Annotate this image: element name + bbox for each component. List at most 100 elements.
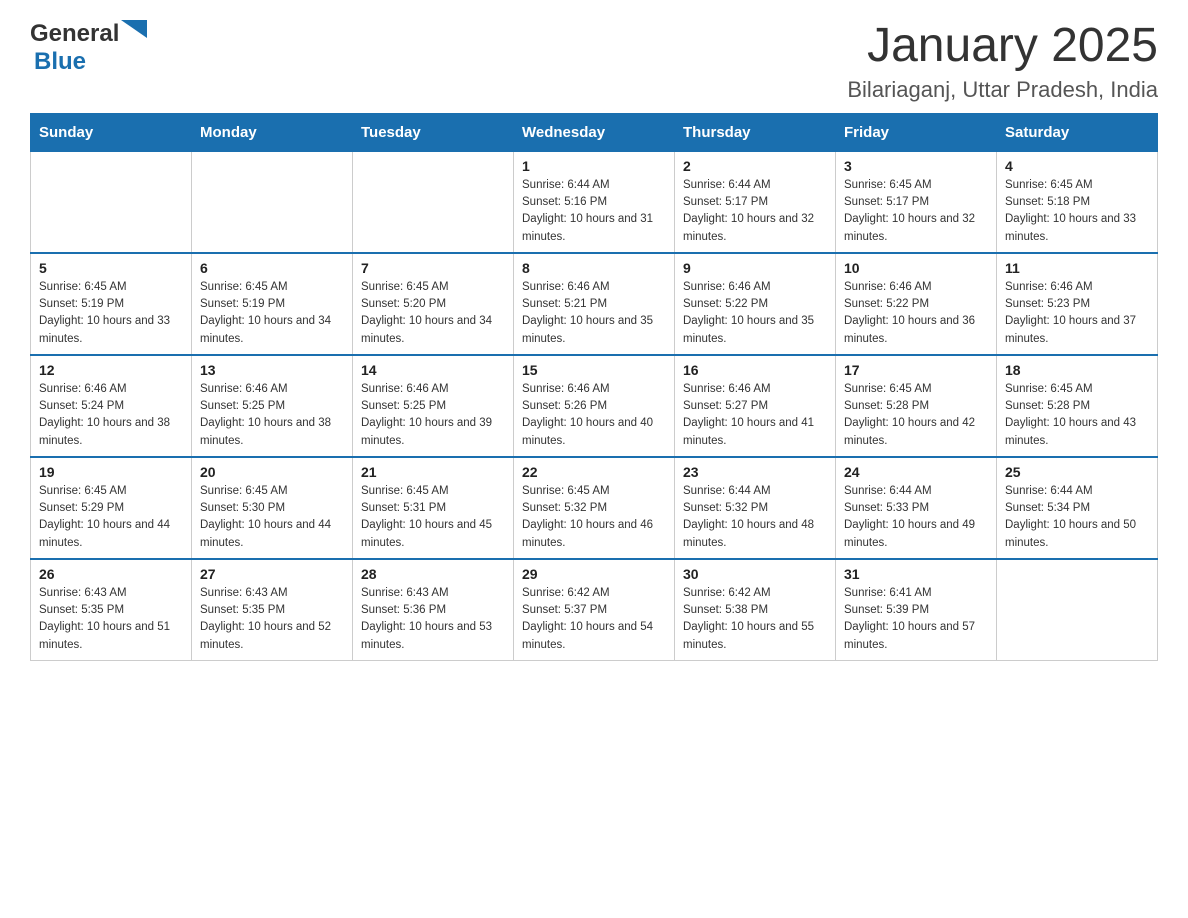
- day-info: Sunrise: 6:46 AM Sunset: 5:21 PM Dayligh…: [522, 279, 666, 348]
- calendar-week-row: 26Sunrise: 6:43 AM Sunset: 5:35 PM Dayli…: [31, 559, 1158, 661]
- calendar-cell: 27 Sunrise: 6:43 AM Sunset: 5:35 PM Dayli…: [192, 559, 353, 661]
- day-number: 4: [1005, 158, 1149, 174]
- day-info: Sunrise: 6:44 AM Sunset: 5:32 PM Dayligh…: [683, 483, 827, 552]
- day-info: Sunrise: 6:43 AM Sunset: 5:35 PM Dayligh…: [200, 585, 344, 654]
- day-info: Sunrise: 6:46 AM Sunset: 5:22 PM Dayligh…: [683, 279, 827, 348]
- day-info: Sunrise: 6:46 AM Sunset: 5:22 PM Dayligh…: [844, 279, 988, 348]
- day-info: Sunrise: 6:44 AM Sunset: 5:17 PM Dayligh…: [683, 177, 827, 246]
- day-info: Sunrise: 6:42 AM Sunset: 5:37 PM Dayligh…: [522, 585, 666, 654]
- calendar-cell: 30 Sunrise: 6:42 AM Sunset: 5:38 PM Dayli…: [675, 559, 836, 661]
- day-info: Sunrise: 6:45 AM Sunset: 5:29 PM Dayligh…: [39, 483, 183, 552]
- day-number: 10: [844, 260, 988, 276]
- day-number: 19: [39, 464, 183, 480]
- day-number: 28: [361, 566, 505, 582]
- day-header-friday: Friday: [836, 113, 997, 151]
- calendar-cell: 13 Sunrise: 6:46 AM Sunset: 5:25 PM Dayli…: [192, 355, 353, 457]
- day-number: 25: [1005, 464, 1149, 480]
- calendar-cell: 19 Sunrise: 6:45 AM Sunset: 5:29 PM Dayli…: [31, 457, 192, 559]
- calendar-cell: 17Sunrise: 6:45 AM Sunset: 5:28 PM Dayli…: [836, 355, 997, 457]
- day-header-tuesday: Tuesday: [353, 113, 514, 151]
- title-section: January 2025 Bilariaganj, Uttar Pradesh,…: [847, 20, 1158, 103]
- day-number: 22: [522, 464, 666, 480]
- calendar-cell: 9 Sunrise: 6:46 AM Sunset: 5:22 PM Daylig…: [675, 253, 836, 355]
- logo: General Blue: [30, 20, 147, 76]
- day-info: Sunrise: 6:46 AM Sunset: 5:25 PM Dayligh…: [200, 381, 344, 450]
- day-info: Sunrise: 6:44 AM Sunset: 5:33 PM Dayligh…: [844, 483, 988, 552]
- day-info: Sunrise: 6:42 AM Sunset: 5:38 PM Dayligh…: [683, 585, 827, 654]
- day-number: 3: [844, 158, 988, 174]
- day-number: 14: [361, 362, 505, 378]
- day-number: 8: [522, 260, 666, 276]
- day-info: Sunrise: 6:44 AM Sunset: 5:16 PM Dayligh…: [522, 177, 666, 246]
- calendar-subtitle: Bilariaganj, Uttar Pradesh, India: [847, 77, 1158, 103]
- day-info: Sunrise: 6:45 AM Sunset: 5:17 PM Dayligh…: [844, 177, 988, 246]
- day-number: 16: [683, 362, 827, 378]
- day-number: 13: [200, 362, 344, 378]
- day-number: 9: [683, 260, 827, 276]
- day-number: 7: [361, 260, 505, 276]
- calendar-cell: 6Sunrise: 6:45 AM Sunset: 5:19 PM Daylig…: [192, 253, 353, 355]
- calendar-cell: [192, 151, 353, 253]
- calendar-cell: 12Sunrise: 6:46 AM Sunset: 5:24 PM Dayli…: [31, 355, 192, 457]
- day-number: 15: [522, 362, 666, 378]
- day-info: Sunrise: 6:41 AM Sunset: 5:39 PM Dayligh…: [844, 585, 988, 654]
- day-info: Sunrise: 6:45 AM Sunset: 5:30 PM Dayligh…: [200, 483, 344, 552]
- day-number: 20: [200, 464, 344, 480]
- day-info: Sunrise: 6:43 AM Sunset: 5:35 PM Dayligh…: [39, 585, 183, 654]
- calendar-cell: 25 Sunrise: 6:44 AM Sunset: 5:34 PM Dayli…: [997, 457, 1158, 559]
- day-header-saturday: Saturday: [997, 113, 1158, 151]
- day-info: Sunrise: 6:45 AM Sunset: 5:32 PM Dayligh…: [522, 483, 666, 552]
- calendar-cell: 21Sunrise: 6:45 AM Sunset: 5:31 PM Dayli…: [353, 457, 514, 559]
- calendar-week-row: 19 Sunrise: 6:45 AM Sunset: 5:29 PM Dayli…: [31, 457, 1158, 559]
- day-info: Sunrise: 6:45 AM Sunset: 5:28 PM Dayligh…: [1005, 381, 1149, 450]
- day-info: Sunrise: 6:46 AM Sunset: 5:25 PM Dayligh…: [361, 381, 505, 450]
- calendar-cell: 4 Sunrise: 6:45 AM Sunset: 5:18 PM Daylig…: [997, 151, 1158, 253]
- calendar-cell: 23 Sunrise: 6:44 AM Sunset: 5:32 PM Dayli…: [675, 457, 836, 559]
- day-info: Sunrise: 6:45 AM Sunset: 5:19 PM Dayligh…: [39, 279, 183, 348]
- calendar-cell: [997, 559, 1158, 661]
- day-info: Sunrise: 6:44 AM Sunset: 5:34 PM Dayligh…: [1005, 483, 1149, 552]
- calendar-cell: [31, 151, 192, 253]
- calendar-cell: 26Sunrise: 6:43 AM Sunset: 5:35 PM Dayli…: [31, 559, 192, 661]
- day-number: 27: [200, 566, 344, 582]
- day-number: 21: [361, 464, 505, 480]
- day-info: Sunrise: 6:45 AM Sunset: 5:20 PM Dayligh…: [361, 279, 505, 348]
- calendar-cell: 22 Sunrise: 6:45 AM Sunset: 5:32 PM Dayli…: [514, 457, 675, 559]
- logo-general-text: General: [30, 20, 119, 48]
- day-number: 17: [844, 362, 988, 378]
- calendar-cell: 18Sunrise: 6:45 AM Sunset: 5:28 PM Dayli…: [997, 355, 1158, 457]
- calendar-title: January 2025: [847, 20, 1158, 73]
- day-number: 11: [1005, 260, 1149, 276]
- calendar-cell: 8 Sunrise: 6:46 AM Sunset: 5:21 PM Daylig…: [514, 253, 675, 355]
- calendar-table: SundayMondayTuesdayWednesdayThursdayFrid…: [30, 113, 1158, 661]
- day-number: 23: [683, 464, 827, 480]
- day-number: 24: [844, 464, 988, 480]
- calendar-cell: 3 Sunrise: 6:45 AM Sunset: 5:17 PM Daylig…: [836, 151, 997, 253]
- day-number: 30: [683, 566, 827, 582]
- calendar-cell: 5 Sunrise: 6:45 AM Sunset: 5:19 PM Daylig…: [31, 253, 192, 355]
- calendar-cell: 10 Sunrise: 6:46 AM Sunset: 5:22 PM Dayli…: [836, 253, 997, 355]
- calendar-cell: 29Sunrise: 6:42 AM Sunset: 5:37 PM Dayli…: [514, 559, 675, 661]
- calendar-cell: 16 Sunrise: 6:46 AM Sunset: 5:27 PM Dayli…: [675, 355, 836, 457]
- calendar-cell: 15Sunrise: 6:46 AM Sunset: 5:26 PM Dayli…: [514, 355, 675, 457]
- day-info: Sunrise: 6:45 AM Sunset: 5:19 PM Dayligh…: [200, 279, 344, 348]
- day-info: Sunrise: 6:46 AM Sunset: 5:27 PM Dayligh…: [683, 381, 827, 450]
- calendar-cell: 14 Sunrise: 6:46 AM Sunset: 5:25 PM Dayli…: [353, 355, 514, 457]
- day-number: 12: [39, 362, 183, 378]
- day-header-monday: Monday: [192, 113, 353, 151]
- logo-arrow-icon: [121, 20, 147, 46]
- calendar-week-row: 5 Sunrise: 6:45 AM Sunset: 5:19 PM Daylig…: [31, 253, 1158, 355]
- day-header-sunday: Sunday: [31, 113, 192, 151]
- calendar-cell: 20 Sunrise: 6:45 AM Sunset: 5:30 PM Dayli…: [192, 457, 353, 559]
- day-info: Sunrise: 6:45 AM Sunset: 5:18 PM Dayligh…: [1005, 177, 1149, 246]
- calendar-header-row: SundayMondayTuesdayWednesdayThursdayFrid…: [31, 113, 1158, 151]
- day-number: 2: [683, 158, 827, 174]
- day-number: 5: [39, 260, 183, 276]
- day-info: Sunrise: 6:43 AM Sunset: 5:36 PM Dayligh…: [361, 585, 505, 654]
- day-number: 31: [844, 566, 988, 582]
- calendar-cell: 28 Sunrise: 6:43 AM Sunset: 5:36 PM Dayli…: [353, 559, 514, 661]
- day-header-wednesday: Wednesday: [514, 113, 675, 151]
- day-info: Sunrise: 6:46 AM Sunset: 5:23 PM Dayligh…: [1005, 279, 1149, 348]
- calendar-cell: 7 Sunrise: 6:45 AM Sunset: 5:20 PM Daylig…: [353, 253, 514, 355]
- calendar-cell: 31 Sunrise: 6:41 AM Sunset: 5:39 PM Dayli…: [836, 559, 997, 661]
